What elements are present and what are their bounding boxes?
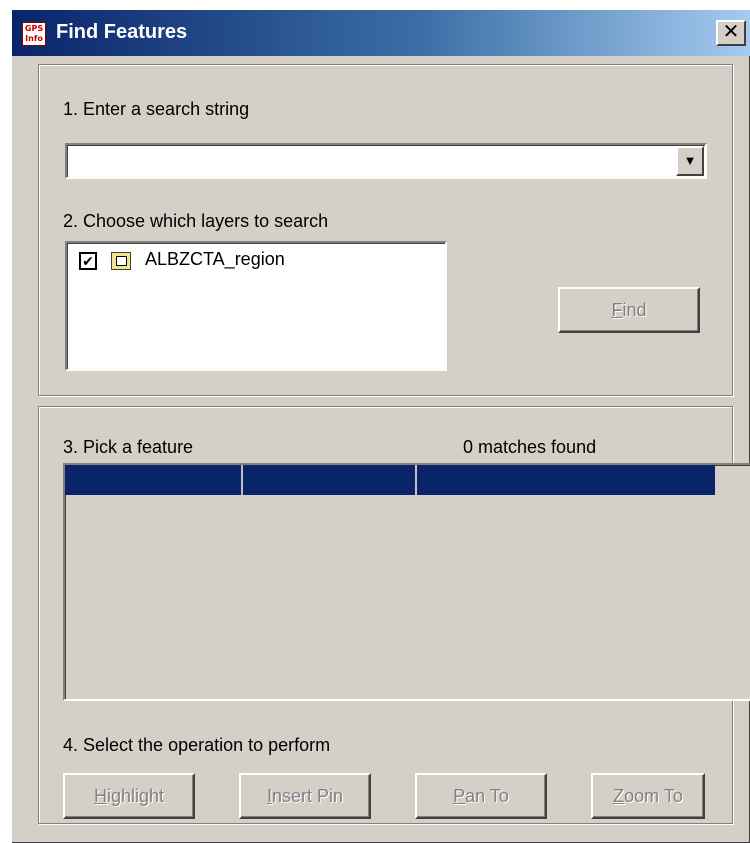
feature-results-list[interactable] [63, 463, 750, 701]
match-count: 0 matches found [463, 437, 597, 457]
highlight-button[interactable]: Highlight [63, 773, 195, 819]
zoom-to-button[interactable]: Zoom To [591, 773, 705, 819]
find-button[interactable]: Find [558, 287, 700, 333]
step1-label: 1. Enter a search string [63, 99, 250, 119]
pan-to-button[interactable]: Pan To [415, 773, 547, 819]
search-string-combobox[interactable]: ▼ [65, 143, 707, 179]
column-separator[interactable] [241, 465, 243, 495]
close-button[interactable]: ✕ [716, 20, 746, 46]
step3-label: 3. Pick a feature [63, 437, 194, 457]
highlight-label: ighlight [106, 786, 165, 806]
search-dropdown-button[interactable]: ▼ [676, 146, 704, 176]
results-group: 3. Pick a feature 0 matches found 4. Sel… [38, 406, 750, 824]
find-button-mnemonic: F [611, 300, 623, 320]
app-logo-text-1: GPS [24, 24, 44, 33]
zoom-to-label: oom To [624, 786, 683, 806]
step2-label: 2. Choose which layers to search [63, 211, 329, 231]
chevron-down-icon: ▼ [683, 153, 697, 168]
find-features-dialog: GPS Info Find Features ✕ 1. Enter a sear… [10, 8, 750, 843]
insert-pin-button[interactable]: Insert Pin [239, 773, 371, 819]
search-string-input[interactable] [69, 147, 669, 175]
region-layer-icon [111, 252, 131, 270]
pan-to-label: an To [465, 786, 509, 806]
find-button-label: ind [622, 300, 647, 320]
pan-to-mnemonic: P [453, 786, 466, 806]
step4-label: 4. Select the operation to perform [63, 735, 331, 755]
app-logo-text-2: Info [25, 34, 43, 43]
layer-name: ALBZCTA_region [145, 249, 285, 269]
insert-pin-label: nsert Pin [271, 786, 344, 806]
search-group: 1. Enter a search string ▼ 2. Choose whi… [38, 64, 733, 396]
layer-checkbox[interactable]: ✔ [79, 252, 97, 270]
zoom-to-mnemonic: Z [613, 786, 625, 806]
title-bar[interactable]: GPS Info Find Features ✕ [12, 10, 750, 56]
app-logo-icon: GPS Info [22, 22, 46, 46]
results-header-row[interactable] [65, 465, 715, 495]
close-icon: ✕ [722, 21, 740, 43]
window-title: Find Features [56, 21, 188, 43]
column-separator[interactable] [415, 465, 417, 495]
layer-list[interactable]: ✔ ALBZCTA_region [65, 241, 447, 371]
highlight-mnemonic: H [93, 786, 107, 806]
